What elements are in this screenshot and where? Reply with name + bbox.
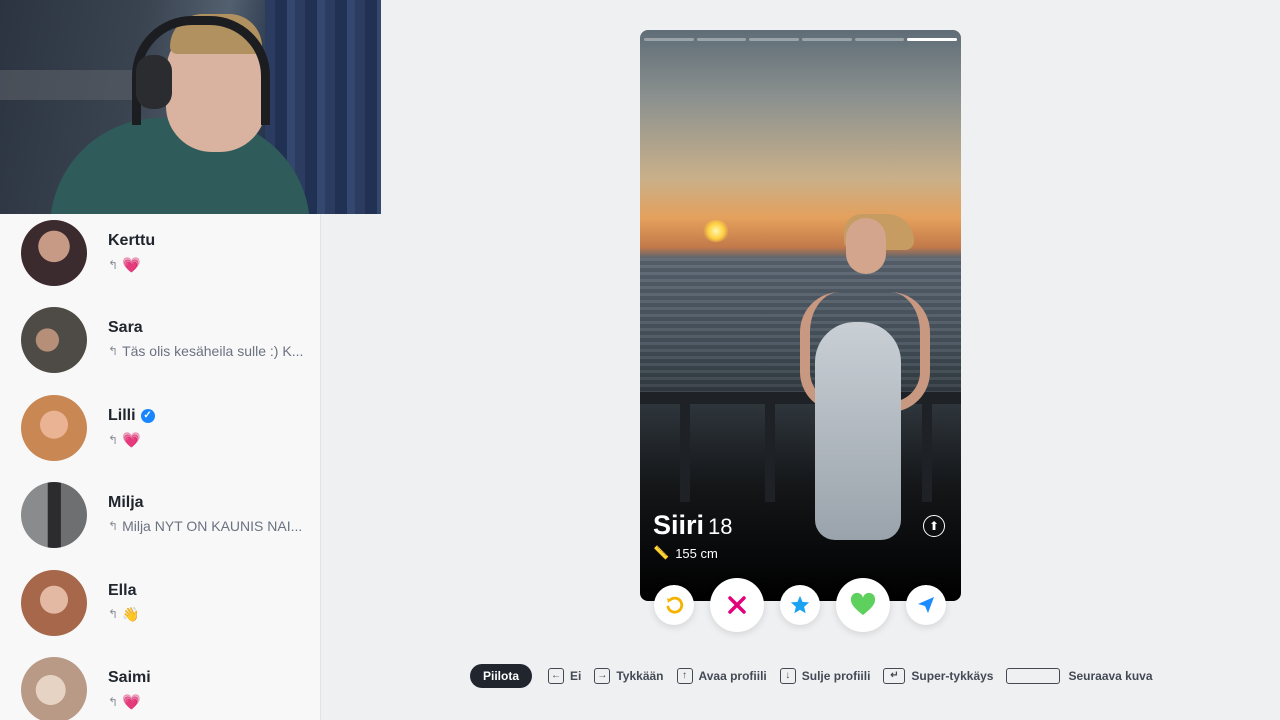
message-preview: ↰ 💗: [108, 431, 141, 449]
super-like-button[interactable]: [780, 585, 820, 625]
photo-progress-segment[interactable]: [802, 38, 852, 41]
open-profile-button[interactable]: ⬆: [923, 515, 945, 537]
avatar: [21, 482, 87, 549]
rewind-button[interactable]: [654, 585, 694, 625]
star-icon: [790, 595, 810, 614]
message-item-lilli[interactable]: Lilli ✓ ↰ 💗: [0, 389, 320, 476]
message-preview: ↰ Milja NYT ON KAUNIS NAI...: [108, 518, 303, 535]
arrow-down-key-icon: ↓: [779, 668, 796, 684]
photo-progress-segment[interactable]: [644, 38, 694, 41]
x-icon: [728, 596, 746, 614]
message-item-kerttu[interactable]: Kerttu ↰ 💗: [0, 214, 320, 301]
photo-person-head: [846, 218, 886, 274]
like-button[interactable]: [836, 578, 890, 632]
reply-icon: ↰: [108, 344, 119, 359]
arrow-left-key-icon: ←: [548, 668, 565, 684]
photo-person: [815, 322, 901, 540]
avatar: [21, 656, 87, 720]
nope-button[interactable]: [710, 578, 764, 632]
verified-badge-icon: ✓: [140, 408, 155, 423]
message-preview: ↰ 💗: [108, 257, 141, 274]
photo-railing-post: [680, 392, 690, 502]
profile-age: 18: [708, 514, 733, 539]
photo-railing-post: [765, 392, 775, 502]
reply-icon: ↰: [108, 432, 119, 447]
space-key-icon: [1006, 668, 1061, 684]
ruler-icon: 📏: [653, 545, 670, 560]
boost-button[interactable]: [906, 585, 946, 625]
message-name: Saimi: [108, 668, 151, 686]
photo-railing-post: [922, 392, 932, 502]
arrow-right-key-icon: →: [594, 668, 611, 684]
send-icon: [918, 597, 934, 613]
photo-progress-segment[interactable]: [696, 38, 747, 41]
profile-name: Siiri 18: [653, 510, 733, 540]
hide-hints-button[interactable]: Piilota: [470, 664, 533, 688]
reply-icon: ↰: [108, 258, 119, 272]
hint-super-like: ↵ Super-tykkäys: [883, 668, 993, 684]
message-name: Lilli ✓: [108, 407, 155, 425]
photo-progress-segment[interactable]: [749, 38, 800, 41]
avatar: [21, 394, 87, 461]
reply-icon: ↰: [108, 519, 119, 534]
photo-progress-segment[interactable]: [907, 38, 958, 41]
enter-key-icon: ↵: [883, 668, 906, 684]
heart-icon: [850, 593, 876, 615]
webcam-overlay: [0, 0, 381, 214]
hint-open-profile: ↑ Avaa profiili: [676, 668, 767, 684]
photo-sun: [703, 220, 729, 242]
reply-icon: ↰: [108, 694, 119, 709]
hint-nope: ← Ei: [548, 668, 581, 684]
arrow-up-key-icon: ↑: [676, 668, 693, 684]
message-name: Milja: [108, 494, 144, 512]
webcam-background: [0, 70, 140, 100]
profile-height: 📏 155 cm: [653, 545, 718, 561]
profile-card[interactable]: Siiri 18 📏 155 cm ⬆: [640, 30, 961, 601]
message-name: Kerttu: [108, 232, 156, 249]
message-preview: ↰ Täs olis kesäheila sulle :) K...: [108, 343, 304, 360]
action-bar: [0, 578, 1280, 638]
avatar: [21, 307, 87, 374]
hint-like: → Tykkään: [594, 668, 664, 684]
photo-progress-segment[interactable]: [854, 38, 905, 41]
rewind-icon: [666, 596, 684, 614]
hint-close-profile: ↓ Sulje profiili: [779, 668, 870, 684]
message-item-milja[interactable]: Milja ↰ Milja NYT ON KAUNIS NAI...: [0, 476, 320, 563]
hint-next-photo: Seuraava kuva: [1006, 668, 1153, 684]
keyboard-hints: Piilota ← Ei → Tykkään ↑ Avaa profiili ↓ Sul…: [470, 664, 1166, 688]
message-name: Sara: [108, 319, 143, 337]
message-list: Kerttu ↰ 💗 Sara ↰ Täs olis kesäheila sulle…: [0, 214, 320, 720]
avatar: [21, 220, 87, 286]
photo-progress: [644, 38, 958, 41]
message-item-saimi[interactable]: Saimi ↰ 💗: [0, 651, 320, 720]
headphone-cup: [136, 55, 172, 109]
message-item-sara[interactable]: Sara ↰ Täs olis kesäheila sulle :) K...: [0, 301, 320, 388]
message-preview: ↰ 💗: [108, 693, 141, 711]
